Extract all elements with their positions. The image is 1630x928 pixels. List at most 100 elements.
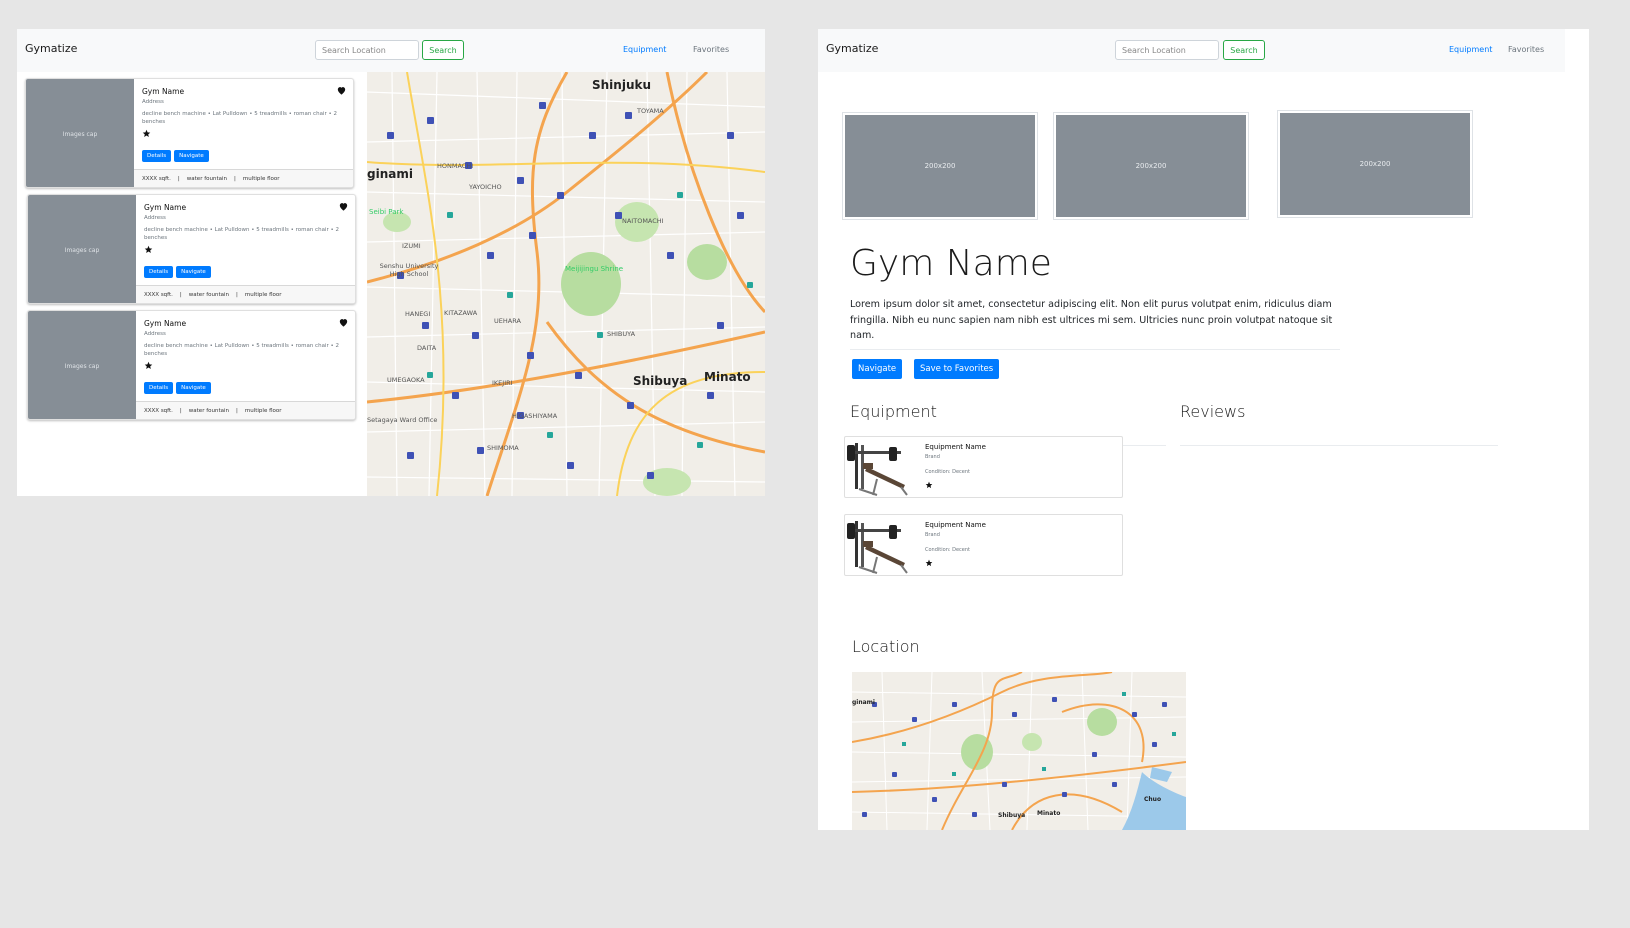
gym-address: Address (144, 331, 166, 337)
star-icon (144, 245, 153, 253)
divider (850, 349, 1340, 350)
map[interactable]: Shinjuku ginami Shibuya Minato Meijijing… (367, 72, 765, 496)
equipment-name: Equipment Name (925, 443, 986, 451)
gym-features: XXXX sqft. | water fountain | multiple floor (134, 169, 353, 187)
map-label: NAITOMACHI (622, 217, 664, 225)
gym-title: Gym Name (850, 243, 1052, 284)
search-input[interactable] (315, 40, 419, 60)
gym-card[interactable]: Images cap Gym Name Address decline benc… (27, 194, 356, 304)
map-label: DAITA (417, 344, 437, 352)
photo-caption: 200x200 (924, 162, 956, 170)
gym-address: Address (142, 99, 164, 105)
feature-water: water fountain (186, 176, 228, 182)
nav-equipment[interactable]: Equipment (623, 45, 666, 54)
map-label: SHIBUYA (607, 330, 636, 338)
gym-title: Gym Name (142, 87, 185, 96)
feature-floor: multiple floor (244, 408, 282, 414)
details-button[interactable]: Details (142, 150, 172, 162)
details-button[interactable]: Details (144, 382, 174, 394)
navigate-button[interactable]: Navigate (176, 382, 211, 394)
map-label: Setagaya Ward Office (367, 416, 438, 424)
location-heading: Location (852, 637, 920, 656)
gym-features: XXXX sqft. | water fountain | multiple floor (136, 285, 355, 303)
gym-image: Images cap (26, 79, 134, 187)
star-icon (925, 559, 933, 567)
feature-floor: multiple floor (242, 176, 280, 182)
navigate-button[interactable]: Navigate (174, 150, 209, 162)
gym-card[interactable]: Images cap Gym Name Address decline benc… (27, 310, 356, 420)
map-label: Senshu University High School (379, 262, 439, 278)
photo-caption: 200x200 (1135, 162, 1167, 170)
gym-address: Address (144, 215, 166, 221)
heart-icon[interactable] (338, 317, 349, 328)
map-label: UMEGAOKA (387, 376, 425, 384)
gym-photo[interactable]: 200x200 (1278, 111, 1472, 217)
map-label: Minato (704, 370, 751, 384)
equipment-card[interactable]: Equipment Name Brand Condition: Decent (844, 436, 1123, 498)
divider (1180, 445, 1498, 446)
equipment-condition: Condition: Decent (925, 547, 971, 553)
map-canvas (367, 72, 765, 496)
map-label: YAYOICHO (469, 183, 502, 191)
gym-description: decline bench machine • Lat Pulldown • 5… (144, 227, 339, 241)
feature-size: XXXX sqft. (144, 408, 173, 414)
gym-image: Images cap (28, 311, 136, 419)
navbar: Gymatize Search Equipment Favorites (17, 29, 765, 72)
map-label: IKEJIRI (492, 379, 513, 387)
gym-description: decline bench machine • Lat Pulldown • 5… (142, 111, 337, 125)
feature-size: XXXX sqft. (142, 176, 171, 182)
map-label: Chuo (1144, 796, 1162, 803)
feature-size: XXXX sqft. (144, 292, 173, 298)
image-caption: Images cap (64, 362, 100, 370)
star-icon (144, 361, 153, 369)
map-canvas (852, 672, 1186, 830)
map-label: ginami (852, 699, 875, 706)
map[interactable]: ginami Shibuya Minato Chuo (852, 672, 1186, 830)
nav-favorites[interactable]: Favorites (1508, 45, 1544, 54)
reviews-heading: Reviews (1180, 402, 1246, 421)
heart-icon[interactable] (338, 201, 349, 212)
equipment-card[interactable]: Equipment Name Brand Condition: Decent (844, 514, 1123, 576)
gym-detail-screen: Gymatize Search Equipment Favorites 200x… (818, 29, 1589, 830)
map-label: ginami (367, 167, 413, 181)
equipment-brand: Brand (925, 454, 940, 460)
feature-floor: multiple floor (244, 292, 282, 298)
map-label: Shibuya (633, 374, 688, 388)
save-to-favorites-button[interactable]: Save to Favorites (914, 359, 1000, 379)
gym-card[interactable]: Images cap Gym Name Address decline benc… (25, 78, 354, 188)
equipment-condition: Condition: Decent (925, 469, 971, 475)
brand-logo[interactable]: Gymatize (826, 42, 878, 55)
gym-title: Gym Name (144, 319, 187, 328)
map-label: IZUMI (402, 242, 421, 250)
details-button[interactable]: Details (144, 266, 174, 278)
image-caption: Images cap (64, 246, 100, 254)
equipment-brand: Brand (925, 532, 940, 538)
nav-favorites[interactable]: Favorites (693, 45, 729, 54)
bench-press-icon (847, 443, 908, 496)
map-label: SHIMOMA (487, 444, 519, 452)
map-label: Meijijingu Shrine (565, 265, 624, 273)
map-label: TOYAMA (637, 107, 664, 115)
search-button[interactable]: Search (422, 40, 464, 60)
gym-image: Images cap (28, 195, 136, 303)
heart-icon[interactable] (336, 85, 347, 96)
search-button[interactable]: Search (1223, 40, 1265, 60)
gym-photo[interactable]: 200x200 (1054, 113, 1248, 219)
equipment-name: Equipment Name (925, 521, 986, 529)
map-label: Shibuya (998, 812, 1026, 819)
map-label: KITAZAWA (444, 309, 478, 317)
gym-photo[interactable]: 200x200 (843, 113, 1037, 219)
image-caption: Images cap (62, 130, 98, 138)
navbar: Gymatize Search Equipment Favorites (818, 29, 1565, 72)
navigate-button[interactable]: Navigate (852, 359, 903, 379)
map-label: UEHARA (494, 317, 521, 325)
nav-equipment[interactable]: Equipment (1449, 45, 1492, 54)
star-icon (142, 129, 151, 137)
navigate-button[interactable]: Navigate (176, 266, 211, 278)
search-input[interactable] (1115, 40, 1219, 60)
map-label: HIGASHIYAMA (512, 412, 558, 420)
gym-features: XXXX sqft. | water fountain | multiple floor (136, 401, 355, 419)
brand-logo[interactable]: Gymatize (25, 42, 77, 55)
bench-press-icon (847, 521, 908, 574)
photo-caption: 200x200 (1359, 160, 1391, 168)
